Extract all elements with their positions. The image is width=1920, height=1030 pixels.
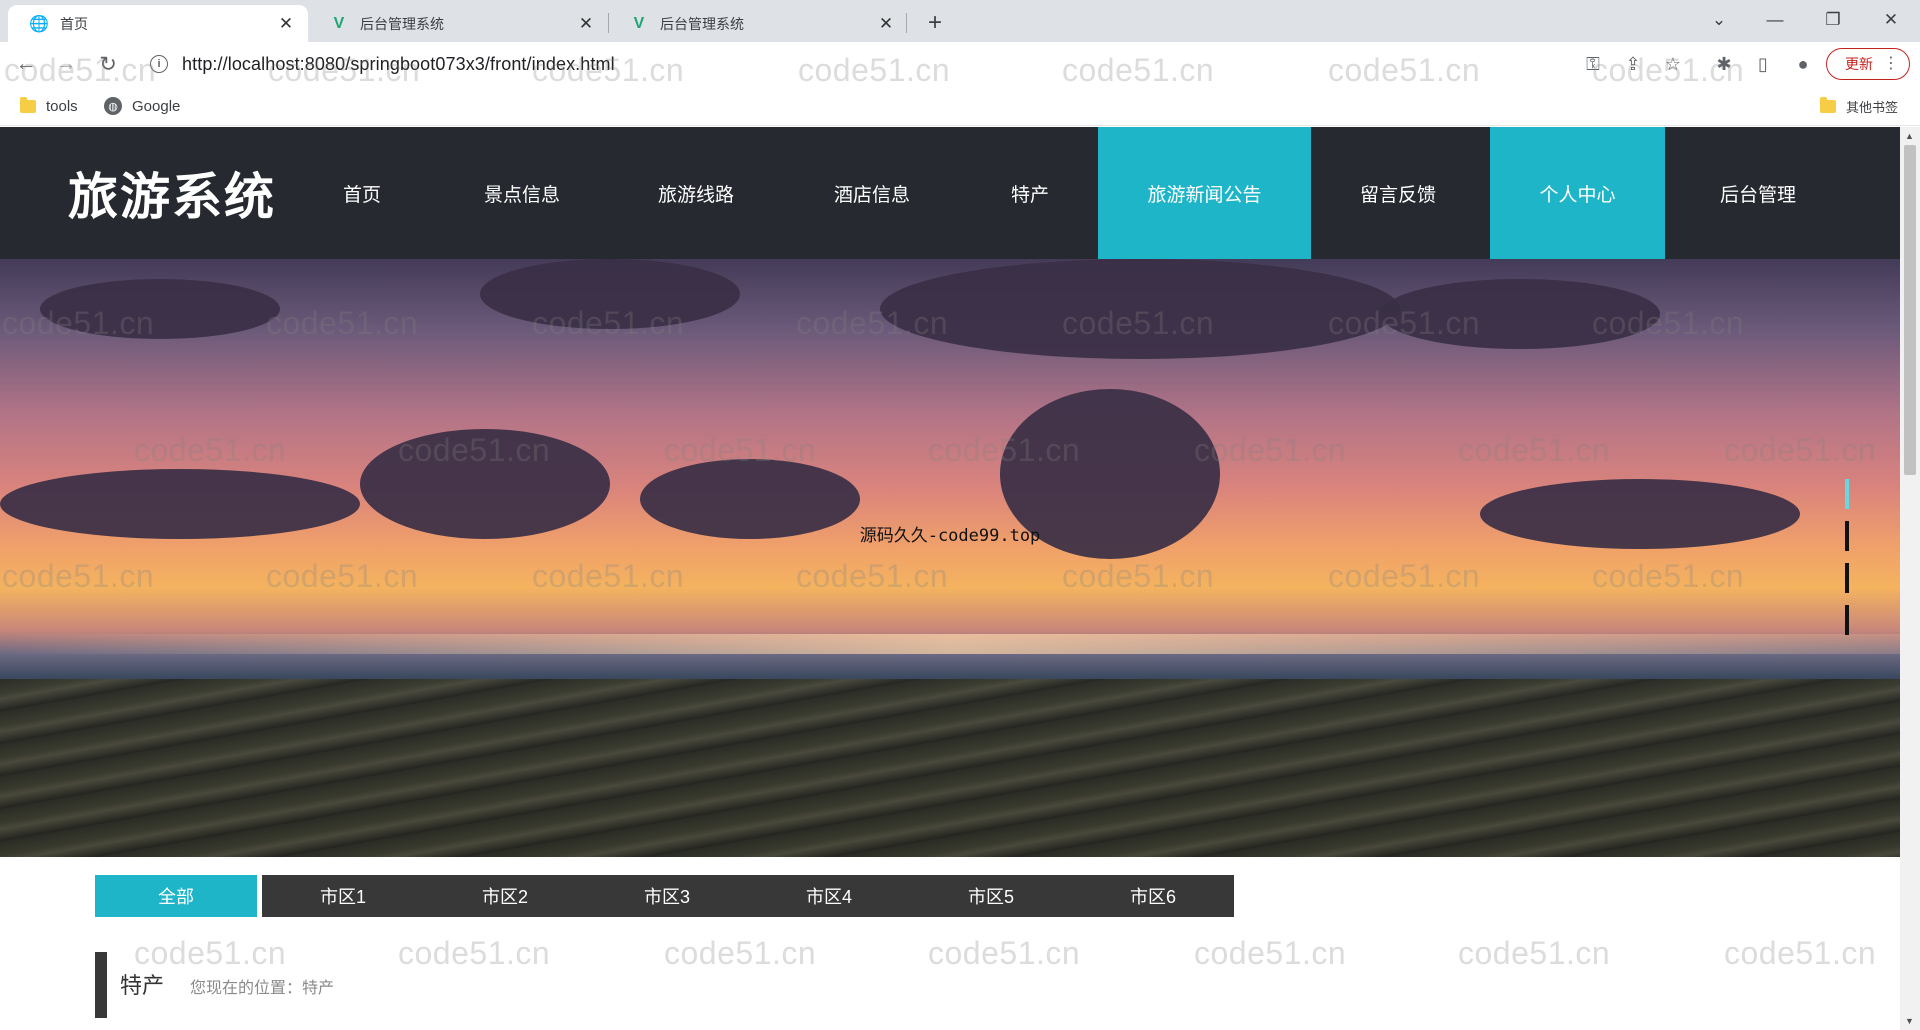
- sea-glow: [0, 634, 1900, 654]
- bookmark-google[interactable]: ◍ Google: [104, 95, 180, 117]
- update-label: 更新: [1845, 56, 1873, 72]
- nav-routes[interactable]: 旅游线路: [640, 127, 752, 259]
- browser-tab-admin-1[interactable]: V 后台管理系统 ✕: [308, 5, 608, 42]
- filter-district-5[interactable]: 市区5: [910, 875, 1072, 917]
- address-bar[interactable]: i http://localhost:8080/springboot073x3/…: [140, 47, 1580, 81]
- browser-tab-admin-2[interactable]: V 后台管理系统 ✕: [608, 5, 908, 42]
- site-header: 旅游系统 首页 景点信息 旅游线路 酒店信息 特产 旅游新闻公告 留言反馈 个人…: [0, 127, 1900, 259]
- carousel-dot[interactable]: [1845, 563, 1849, 593]
- carousel-dot[interactable]: [1845, 605, 1849, 635]
- carousel-dot[interactable]: [1845, 479, 1849, 509]
- tab-title: 后台管理系统: [660, 15, 744, 32]
- menu-kebab-icon[interactable]: ⋮: [1883, 53, 1899, 73]
- folder-icon: [20, 96, 36, 113]
- scroll-up-arrow-icon[interactable]: ▲: [1905, 131, 1914, 141]
- close-icon[interactable]: ✕: [876, 14, 896, 34]
- filter-district-6[interactable]: 市区6: [1072, 875, 1234, 917]
- share-icon[interactable]: ⇪: [1620, 51, 1646, 77]
- banner-cloud: [40, 279, 280, 339]
- filter-all[interactable]: 全部: [95, 875, 257, 917]
- vue-logo-icon: V: [333, 14, 345, 32]
- page-title: 特产: [120, 973, 165, 998]
- page-viewport: 旅游系统 首页 景点信息 旅游线路 酒店信息 特产 旅游新闻公告 留言反馈 个人…: [0, 127, 1900, 1030]
- close-icon[interactable]: ✕: [276, 14, 296, 34]
- tab-separator: [906, 13, 907, 33]
- minimize-icon[interactable]: —: [1752, 4, 1798, 36]
- tab-search-chevron-icon[interactable]: ⌄: [1696, 4, 1742, 36]
- carousel-indicators: [1841, 479, 1853, 649]
- close-icon[interactable]: ✕: [576, 14, 596, 34]
- banner-caption: 源码久久-code99.top: [859, 526, 1041, 546]
- breadcrumb: 特产 您现在的位置：特产: [95, 952, 695, 1018]
- bookmark-label: tools: [46, 97, 78, 115]
- back-arrow-icon[interactable]: ←: [10, 48, 42, 80]
- page-scrollbar[interactable]: ▲ ▼: [1900, 127, 1920, 1030]
- breadcrumb-location: 您现在的位置：特产: [190, 980, 335, 997]
- filter-district-1[interactable]: 市区1: [262, 875, 424, 917]
- scrollbar-thumb[interactable]: [1904, 145, 1916, 475]
- bookmark-tools[interactable]: tools: [20, 95, 78, 117]
- side-panel-icon[interactable]: ▯: [1750, 51, 1776, 77]
- reload-icon[interactable]: ↻: [92, 48, 124, 80]
- bookmarks-bar: tools ◍ Google 其他书签: [0, 86, 1920, 126]
- info-icon[interactable]: i: [150, 55, 168, 73]
- browser-toolbar: ← → ↻ i http://localhost:8080/springboot…: [0, 42, 1920, 86]
- tab-title: 后台管理系统: [360, 15, 444, 32]
- update-button[interactable]: 更新 ⋮: [1826, 48, 1910, 80]
- new-tab-button[interactable]: +: [920, 8, 950, 38]
- forward-arrow-icon[interactable]: →: [50, 48, 82, 80]
- globe-icon: ◍: [104, 97, 122, 115]
- carousel-dot[interactable]: [1845, 521, 1849, 551]
- nav-news[interactable]: 旅游新闻公告: [1098, 127, 1311, 259]
- filter-district-2[interactable]: 市区2: [424, 875, 586, 917]
- site-logo[interactable]: 旅游系统: [68, 157, 276, 229]
- key-icon[interactable]: ⚿: [1580, 51, 1606, 77]
- star-icon[interactable]: ☆: [1660, 51, 1686, 77]
- vue-logo-icon: V: [633, 14, 645, 32]
- shore-rocks: [0, 679, 1900, 857]
- folder-icon: [1820, 96, 1836, 113]
- nav-feedback[interactable]: 留言反馈: [1340, 127, 1456, 259]
- nav-hotels[interactable]: 酒店信息: [816, 127, 928, 259]
- district-filter-bar: 全部 市区1 市区2 市区3 市区4 市区5 市区6: [95, 875, 1234, 917]
- profile-avatar-icon[interactable]: ●: [1790, 51, 1816, 77]
- browser-tab-bar: 🌐 首页 ✕ V 后台管理系统 ✕ V 后台管理系统 ✕ + ⌄ — ❐ ✕: [0, 0, 1920, 42]
- url-text: http://localhost:8080/springboot073x3/fr…: [182, 53, 615, 74]
- banner-carousel[interactable]: 源码久久-code99.top: [0, 259, 1900, 857]
- banner-cloud: [480, 259, 740, 329]
- extensions-icon[interactable]: ✱: [1711, 51, 1737, 77]
- banner-cloud: [1380, 279, 1660, 349]
- filter-district-4[interactable]: 市区4: [748, 875, 910, 917]
- browser-tab-home[interactable]: 🌐 首页 ✕: [8, 5, 308, 42]
- nav-attractions[interactable]: 景点信息: [466, 127, 578, 259]
- nav-admin[interactable]: 后台管理: [1700, 127, 1816, 259]
- nav-home[interactable]: 首页: [316, 127, 408, 259]
- nav-personal-center[interactable]: 个人中心: [1490, 127, 1665, 259]
- bookmark-label: Google: [132, 97, 181, 115]
- window-close-icon[interactable]: ✕: [1868, 4, 1914, 36]
- globe-icon: 🌐: [29, 15, 49, 33]
- nav-specialties[interactable]: 特产: [984, 127, 1076, 259]
- bookmark-other[interactable]: 其他书签: [1820, 95, 1898, 117]
- restore-icon[interactable]: ❐: [1810, 4, 1856, 36]
- filter-district-3[interactable]: 市区3: [586, 875, 748, 917]
- breadcrumb-bar: [95, 952, 107, 1018]
- banner-cloud: [880, 259, 1400, 359]
- scroll-down-arrow-icon[interactable]: ▼: [1905, 1016, 1914, 1026]
- tab-title: 首页: [60, 15, 88, 32]
- bookmark-label: 其他书签: [1846, 99, 1899, 115]
